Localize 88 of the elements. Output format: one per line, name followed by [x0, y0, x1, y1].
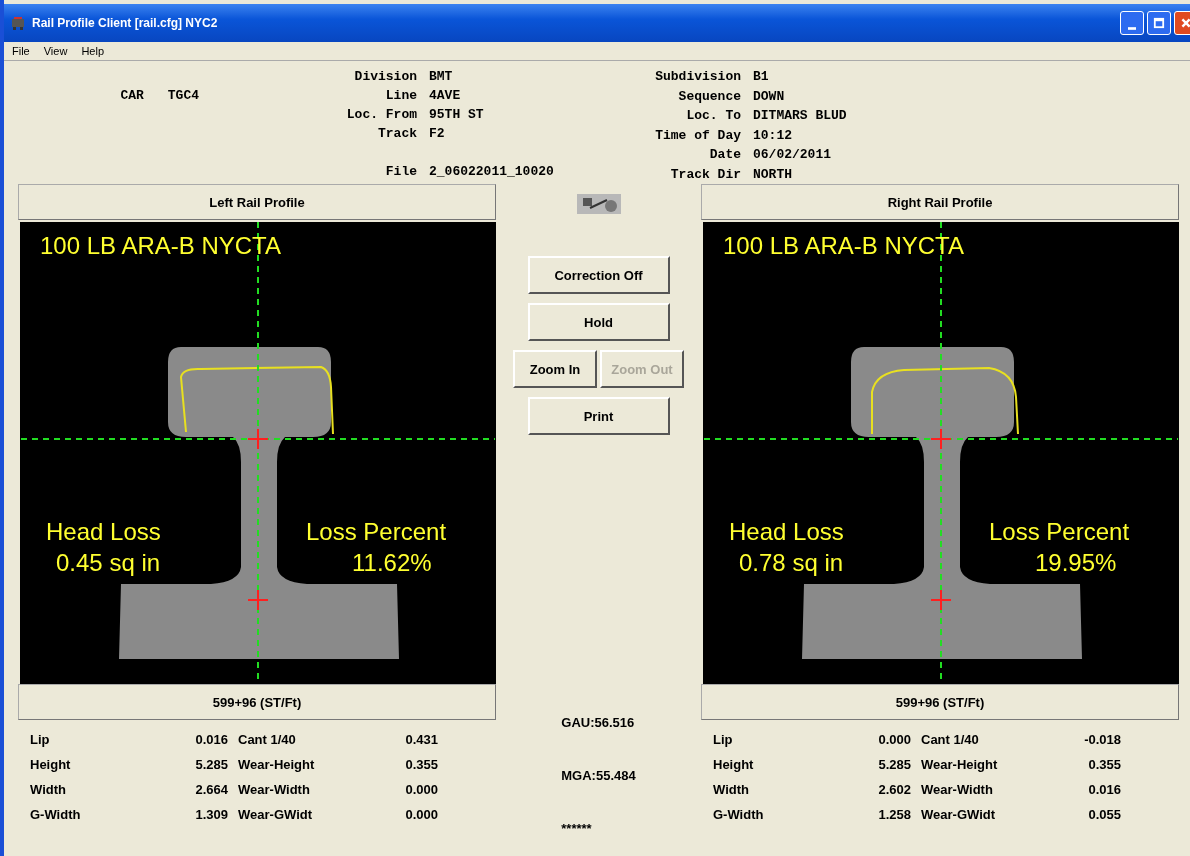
- field-value: DITMARS BLUD: [753, 107, 848, 125]
- minimize-icon: [1128, 26, 1136, 30]
- field-label: Track: [377, 125, 417, 143]
- stat-value: 0.000: [404, 807, 439, 822]
- car-value: TGC4: [167, 87, 199, 105]
- action-button[interactable]: Zoom In: [513, 350, 597, 388]
- field-value: B1: [753, 68, 770, 86]
- gauge-readout: ******: [561, 821, 593, 836]
- stat-label: Height: [30, 757, 72, 772]
- panel-header: Right Rail Profile: [701, 184, 1179, 220]
- stat-value: 5.285: [194, 757, 229, 772]
- field-label: Track Dir: [669, 165, 741, 184]
- panel-header: Left Rail Profile: [18, 184, 496, 220]
- field-value: 10:12: [753, 126, 793, 145]
- menu-item[interactable]: View: [43, 45, 68, 57]
- loss-percent-value: 19.95%: [1035, 549, 1117, 577]
- field-label: Line: [384, 87, 417, 105]
- stat-value: 0.355: [1087, 757, 1122, 772]
- stat-value: 1.309: [194, 807, 229, 822]
- field-value: 06/02/2011: [753, 146, 832, 164]
- field-value: DOWN: [753, 87, 786, 106]
- stat-value: 0.055: [1087, 807, 1122, 822]
- field-label: Date: [708, 146, 741, 164]
- stat-label: Width: [30, 782, 67, 797]
- window-title: Rail Profile Client [rail.cfg] NYC2: [32, 16, 219, 30]
- stat-value: -0.018: [1083, 732, 1122, 747]
- stat-label: Lip: [713, 732, 734, 747]
- field-value: NORTH: [753, 165, 793, 184]
- stat-value: 5.285: [877, 757, 912, 772]
- stat-label: Wear-Width: [921, 782, 994, 797]
- head-loss-value: 0.78 sq in: [739, 549, 844, 577]
- gauge-readout: GAU:56.516: [561, 715, 636, 730]
- field-label: Subdivision: [654, 68, 741, 86]
- field-value: 95TH ST: [429, 106, 485, 124]
- stat-label: G-Width: [30, 807, 82, 822]
- rail-name: 100 LB ARA-B NYCTA: [723, 232, 964, 260]
- stat-label: G-Width: [713, 807, 765, 822]
- stat-label: Lip: [30, 732, 51, 747]
- field-label: Sequence: [677, 87, 741, 106]
- field-value: 2_06022011_10020: [429, 163, 555, 181]
- stat-value: 2.602: [877, 782, 912, 797]
- action-button[interactable]: Correction Off: [527, 256, 670, 294]
- app-icon: [10, 15, 26, 31]
- stat-label: Wear-Height: [238, 757, 316, 772]
- stat-value: 0.000: [404, 782, 439, 797]
- connection-icon: [576, 194, 621, 214]
- loss-percent-label: Loss Percent: [989, 518, 1130, 546]
- stat-label: Cant 1/40: [921, 732, 980, 747]
- menu-item[interactable]: Help: [81, 45, 104, 57]
- station-header: 599+96 (ST/Ft): [18, 684, 496, 720]
- close-icon: [1180, 17, 1190, 29]
- stat-label: Width: [713, 782, 750, 797]
- stat-label: Cant 1/40: [238, 732, 297, 747]
- stat-value: 0.431: [404, 732, 439, 747]
- stat-label: Wear-GWidt: [238, 807, 314, 822]
- loss-percent-label: Loss Percent: [306, 518, 447, 546]
- gauge-readout: MGA:55.484: [561, 768, 636, 783]
- field-label: File: [384, 163, 417, 181]
- head-loss-value: 0.45 sq in: [56, 549, 161, 577]
- stat-value: 0.000: [877, 732, 912, 747]
- field-value: F2: [429, 125, 446, 143]
- stat-label: Wear-Height: [921, 757, 999, 772]
- loss-percent-value: 11.62%: [352, 549, 432, 577]
- rail-name: 100 LB ARA-B NYCTA: [40, 232, 281, 260]
- stat-value: 0.016: [1087, 782, 1122, 797]
- stat-value: 0.355: [404, 757, 439, 772]
- field-label: Time of Day: [654, 126, 741, 145]
- stat-label: Wear-GWidt: [921, 807, 997, 822]
- field-label: Loc. To: [685, 107, 741, 125]
- head-loss-label: Head Loss: [729, 518, 844, 546]
- menu-item[interactable]: File: [12, 45, 30, 57]
- station-header: 599+96 (ST/Ft): [701, 684, 1179, 720]
- head-loss-label: Head Loss: [46, 518, 161, 546]
- field-label: Loc. From: [345, 106, 417, 124]
- field-label: Division: [353, 68, 417, 86]
- stat-label: Wear-Width: [238, 782, 311, 797]
- stat-value: 2.664: [194, 782, 229, 797]
- action-button[interactable]: Print: [527, 397, 670, 435]
- action-button[interactable]: Hold: [527, 303, 670, 341]
- maximize-icon: [1153, 17, 1165, 29]
- maximize-button[interactable]: [1147, 11, 1171, 35]
- minimize-button[interactable]: [1120, 11, 1144, 35]
- stat-value: 1.258: [877, 807, 912, 822]
- car-label: CAR: [120, 87, 144, 105]
- field-value: BMT: [429, 68, 454, 86]
- stat-value: 0.016: [194, 732, 229, 747]
- stat-label: Height: [713, 757, 755, 772]
- field-value: 4AVE: [429, 87, 462, 105]
